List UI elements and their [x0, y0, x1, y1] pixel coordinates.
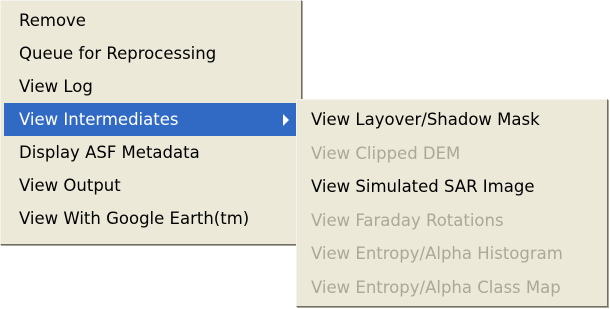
menu-item-view-output[interactable]: View Output	[1, 169, 301, 202]
context-menu: Remove Queue for Reprocessing View Log V…	[0, 0, 302, 245]
menu-item-label: Queue for Reprocessing	[19, 44, 217, 63]
menu-item-label: View Log	[19, 77, 93, 96]
menu-item-label: View With Google Earth(tm)	[19, 209, 250, 228]
submenu-item-label: View Entropy/Alpha Class Map	[311, 277, 561, 297]
intermediates-submenu: View Layover/Shadow Mask View Clipped DE…	[296, 99, 608, 307]
submenu-item-clipped-dem: View Clipped DEM	[297, 137, 607, 171]
submenu-item-faraday-rotations: View Faraday Rotations	[297, 204, 607, 238]
menu-item-display-asf-metadata[interactable]: Display ASF Metadata	[1, 136, 301, 169]
submenu-item-label: View Clipped DEM	[311, 143, 461, 163]
menu-item-view-log[interactable]: View Log	[1, 70, 301, 103]
submenu-item-simulated-sar-image[interactable]: View Simulated SAR Image	[297, 170, 607, 204]
submenu-item-label: View Simulated SAR Image	[311, 177, 535, 196]
menu-item-remove[interactable]: Remove	[1, 4, 301, 37]
menu-item-label: View Output	[19, 176, 121, 195]
submenu-arrow-icon	[283, 113, 289, 126]
menu-item-label: Remove	[19, 11, 86, 30]
submenu-item-label: View Entropy/Alpha Histogram	[311, 244, 563, 263]
menu-item-label: Display ASF Metadata	[19, 143, 200, 162]
submenu-item-label: View Faraday Rotations	[311, 210, 504, 230]
menu-item-queue-for-reprocessing[interactable]: Queue for Reprocessing	[1, 37, 301, 70]
submenu-item-label: View Layover/Shadow Mask	[311, 110, 540, 129]
menu-item-label: View Intermediates	[19, 110, 179, 129]
menu-item-view-intermediates[interactable]: View Intermediates	[4, 103, 298, 136]
submenu-item-entropy-alpha-class-map: View Entropy/Alpha Class Map	[297, 271, 607, 305]
submenu-item-entropy-alpha-histogram: View Entropy/Alpha Histogram	[297, 237, 607, 271]
menu-item-view-with-google-earth[interactable]: View With Google Earth(tm)	[1, 202, 301, 235]
submenu-item-layover-shadow-mask[interactable]: View Layover/Shadow Mask	[297, 103, 607, 137]
